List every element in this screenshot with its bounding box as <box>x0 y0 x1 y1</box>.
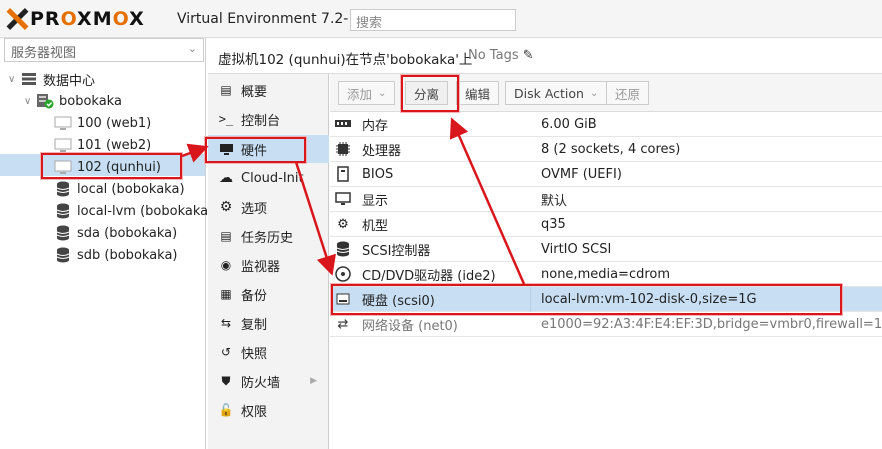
arrow-to-detach <box>449 117 526 285</box>
arrow-to-harddisk <box>294 161 336 276</box>
annotation-arrows <box>181 117 526 285</box>
arrow-to-hardware <box>181 143 209 163</box>
